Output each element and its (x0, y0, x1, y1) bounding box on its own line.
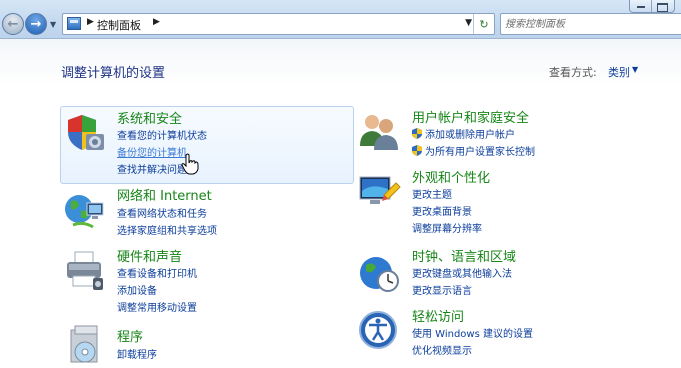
programs-box-icon (70, 325, 98, 363)
category-title-network[interactable]: 网络和 Internet (117, 185, 212, 204)
link-view-devices-printers[interactable]: 查看设备和打印机 (117, 265, 197, 280)
recent-pages-dropdown-icon[interactable]: ▼ (50, 20, 56, 29)
forward-button[interactable]: → (25, 13, 47, 35)
link-parental-controls[interactable]: 为所有用户设置家长控制 (412, 143, 535, 158)
link-add-remove-accounts[interactable]: 添加或删除用户帐户 (412, 126, 515, 141)
network-globe-icon (65, 195, 104, 229)
forward-arrow-icon: → (30, 16, 42, 32)
appearance-monitor-icon (359, 176, 401, 204)
category-appearance[interactable]: 外观和个性化 更改主题 更改桌面背景 调整屏幕分辨率 (356, 167, 676, 237)
link-find-fix-problems[interactable]: 查找并解决问题 (117, 161, 187, 176)
search-input[interactable] (505, 16, 675, 32)
category-title-user-accounts[interactable]: 用户帐户和家庭安全 (412, 107, 529, 126)
address-bar[interactable]: ▶ 控制面板 ▶ ▼ ↻ (62, 13, 495, 35)
category-title-system-security[interactable]: 系统和安全 (117, 108, 182, 127)
link-change-display-language[interactable]: 更改显示语言 (412, 282, 472, 297)
view-by-dropdown[interactable]: 类别 (608, 64, 630, 80)
link-view-network-status[interactable]: 查看网络状态和任务 (117, 205, 207, 220)
link-uninstall-program[interactable]: 卸载程序 (117, 346, 157, 361)
category-hardware-sound[interactable]: 硬件和声音 查看设备和打印机 添加设备 调整常用移动设置 (60, 246, 354, 316)
address-history-dropdown-icon[interactable]: ▼ (465, 18, 472, 28)
back-button[interactable]: ← (2, 13, 24, 35)
breadcrumb-separator-icon[interactable]: ▶ (87, 17, 94, 27)
search-box[interactable] (500, 13, 681, 35)
link-change-desktop-background[interactable]: 更改桌面背景 (412, 203, 472, 218)
category-title-appearance[interactable]: 外观和个性化 (412, 167, 490, 186)
control-panel-content: 调整计算机的设置 查看方式: 类别 ▼ 系统和安全 查看您的计算机状态 备份您的… (0, 39, 681, 366)
control-panel-icon (67, 17, 81, 30)
category-system-security[interactable]: 系统和安全 查看您的计算机状态 备份您的计算机 查找并解决问题 (60, 106, 354, 184)
hand-cursor-icon (181, 153, 199, 175)
category-title-clock-language[interactable]: 时钟、语言和区域 (412, 246, 516, 265)
link-mobility-settings[interactable]: 调整常用移动设置 (117, 299, 197, 314)
window-controls (629, 0, 675, 13)
link-add-device[interactable]: 添加设备 (117, 282, 157, 297)
link-homegroup-sharing[interactable]: 选择家庭组和共享选项 (117, 222, 217, 237)
link-view-computer-status[interactable]: 查看您的计算机状态 (117, 127, 207, 142)
category-programs[interactable]: 程序 卸载程序 (60, 324, 354, 366)
category-ease-of-access[interactable]: 轻松访问 使用 Windows 建议的设置 优化视频显示 (356, 306, 676, 361)
category-title-ease-of-access[interactable]: 轻松访问 (412, 306, 464, 325)
window-toolbar: ← → ▼ ▶ 控制面板 ▶ ▼ ↻ (0, 0, 681, 39)
refresh-button[interactable]: ↻ (473, 14, 494, 34)
uac-shield-icon (412, 128, 422, 139)
uac-shield-icon (412, 145, 422, 156)
category-user-accounts[interactable]: 用户帐户和家庭安全 添加或删除用户帐户 为所有用户设置家长控制 (356, 106, 676, 161)
link-optimize-visual-display[interactable]: 优化视频显示 (412, 342, 472, 357)
breadcrumb-separator-icon[interactable]: ▶ (153, 17, 160, 27)
printer-icon (67, 251, 103, 290)
category-clock-language[interactable]: 时钟、语言和区域 更改键盘或其他输入法 更改显示语言 (356, 246, 676, 301)
security-shield-icon (68, 115, 104, 150)
refresh-icon: ↻ (479, 17, 489, 31)
link-adjust-resolution[interactable]: 调整屏幕分辨率 (412, 220, 482, 235)
link-change-keyboards[interactable]: 更改键盘或其他输入法 (412, 265, 512, 280)
maximize-icon[interactable] (657, 3, 668, 12)
back-arrow-icon: ← (7, 16, 19, 32)
clock-globe-icon (360, 257, 399, 292)
category-network[interactable]: 网络和 Internet 查看网络状态和任务 选择家庭组和共享选项 (60, 185, 354, 240)
users-icon (360, 115, 398, 150)
category-title-programs[interactable]: 程序 (117, 326, 143, 345)
window-controls-divider (651, 0, 652, 12)
ease-of-access-icon (359, 311, 397, 349)
minimize-icon[interactable] (637, 6, 645, 8)
link-parental-controls-label: 为所有用户设置家长控制 (425, 147, 535, 158)
page-title: 调整计算机的设置 (61, 66, 166, 81)
view-by-caret-icon[interactable]: ▼ (632, 65, 638, 74)
link-back-up-computer[interactable]: 备份您的计算机 (117, 144, 187, 159)
category-title-hardware-sound[interactable]: 硬件和声音 (117, 246, 182, 265)
breadcrumb-control-panel[interactable]: 控制面板 (97, 17, 141, 33)
link-change-theme[interactable]: 更改主题 (412, 186, 452, 201)
view-by-label: 查看方式: (549, 66, 597, 79)
link-recommended-settings[interactable]: 使用 Windows 建议的设置 (412, 325, 533, 340)
link-add-remove-accounts-label: 添加或删除用户帐户 (425, 130, 515, 141)
